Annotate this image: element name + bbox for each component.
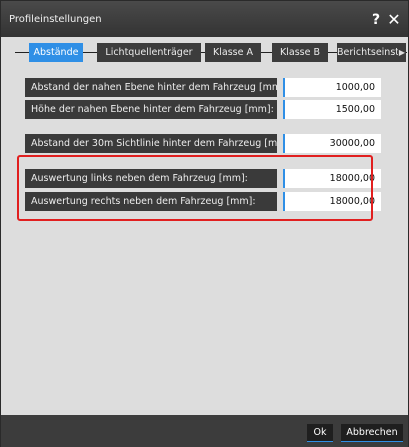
dialog-footer: Ok Abbrechen bbox=[1, 415, 408, 447]
close-button[interactable]: ✕ bbox=[385, 10, 403, 30]
field-row-near-plane-distance: Abstand der nahen Ebene hinter dem Fahrz… bbox=[25, 78, 381, 97]
tab-strip: Abstände Lichtquellenträger Klasse A Kla… bbox=[15, 41, 407, 65]
field-label: Höhe der nahen Ebene hinter dem Fahrzeug… bbox=[25, 100, 277, 119]
cancel-button[interactable]: Abbrechen bbox=[341, 424, 403, 442]
dialog-title: Profileinstellungen bbox=[9, 14, 102, 25]
help-button[interactable]: ? bbox=[369, 10, 383, 30]
tab-berichtseinstellungen[interactable]: Berichtseinst bbox=[337, 43, 398, 62]
field-label: Abstand der 30m Sichtlinie hinter dem Fa… bbox=[25, 134, 277, 153]
near-plane-distance-input[interactable]: 1000,00 bbox=[283, 78, 381, 97]
tab-lichtquellentraeger[interactable]: Lichtquellenträger bbox=[97, 43, 201, 62]
field-row-near-plane-height: Höhe der nahen Ebene hinter dem Fahrzeug… bbox=[25, 100, 381, 119]
field-label: Abstand der nahen Ebene hinter dem Fahrz… bbox=[25, 78, 277, 97]
field-row-30m-sightline-distance: Abstand der 30m Sichtlinie hinter dem Fa… bbox=[25, 134, 381, 153]
red-highlight-annotation bbox=[17, 155, 373, 221]
chevron-right-icon[interactable]: ▶ bbox=[398, 43, 406, 62]
near-plane-height-input[interactable]: 1500,00 bbox=[283, 100, 381, 119]
tab-klasse-a[interactable]: Klasse A bbox=[205, 43, 261, 62]
title-bar: Profileinstellungen ? ✕ bbox=[1, 1, 408, 37]
profile-settings-dialog: Profileinstellungen ? ✕ Abstände Lichtqu… bbox=[0, 0, 409, 447]
tab-klasse-b[interactable]: Klasse B bbox=[272, 43, 328, 62]
tab-abstaende[interactable]: Abstände bbox=[29, 43, 83, 62]
ok-button[interactable]: Ok bbox=[307, 424, 333, 442]
sightline-distance-input[interactable]: 30000,00 bbox=[283, 134, 381, 153]
